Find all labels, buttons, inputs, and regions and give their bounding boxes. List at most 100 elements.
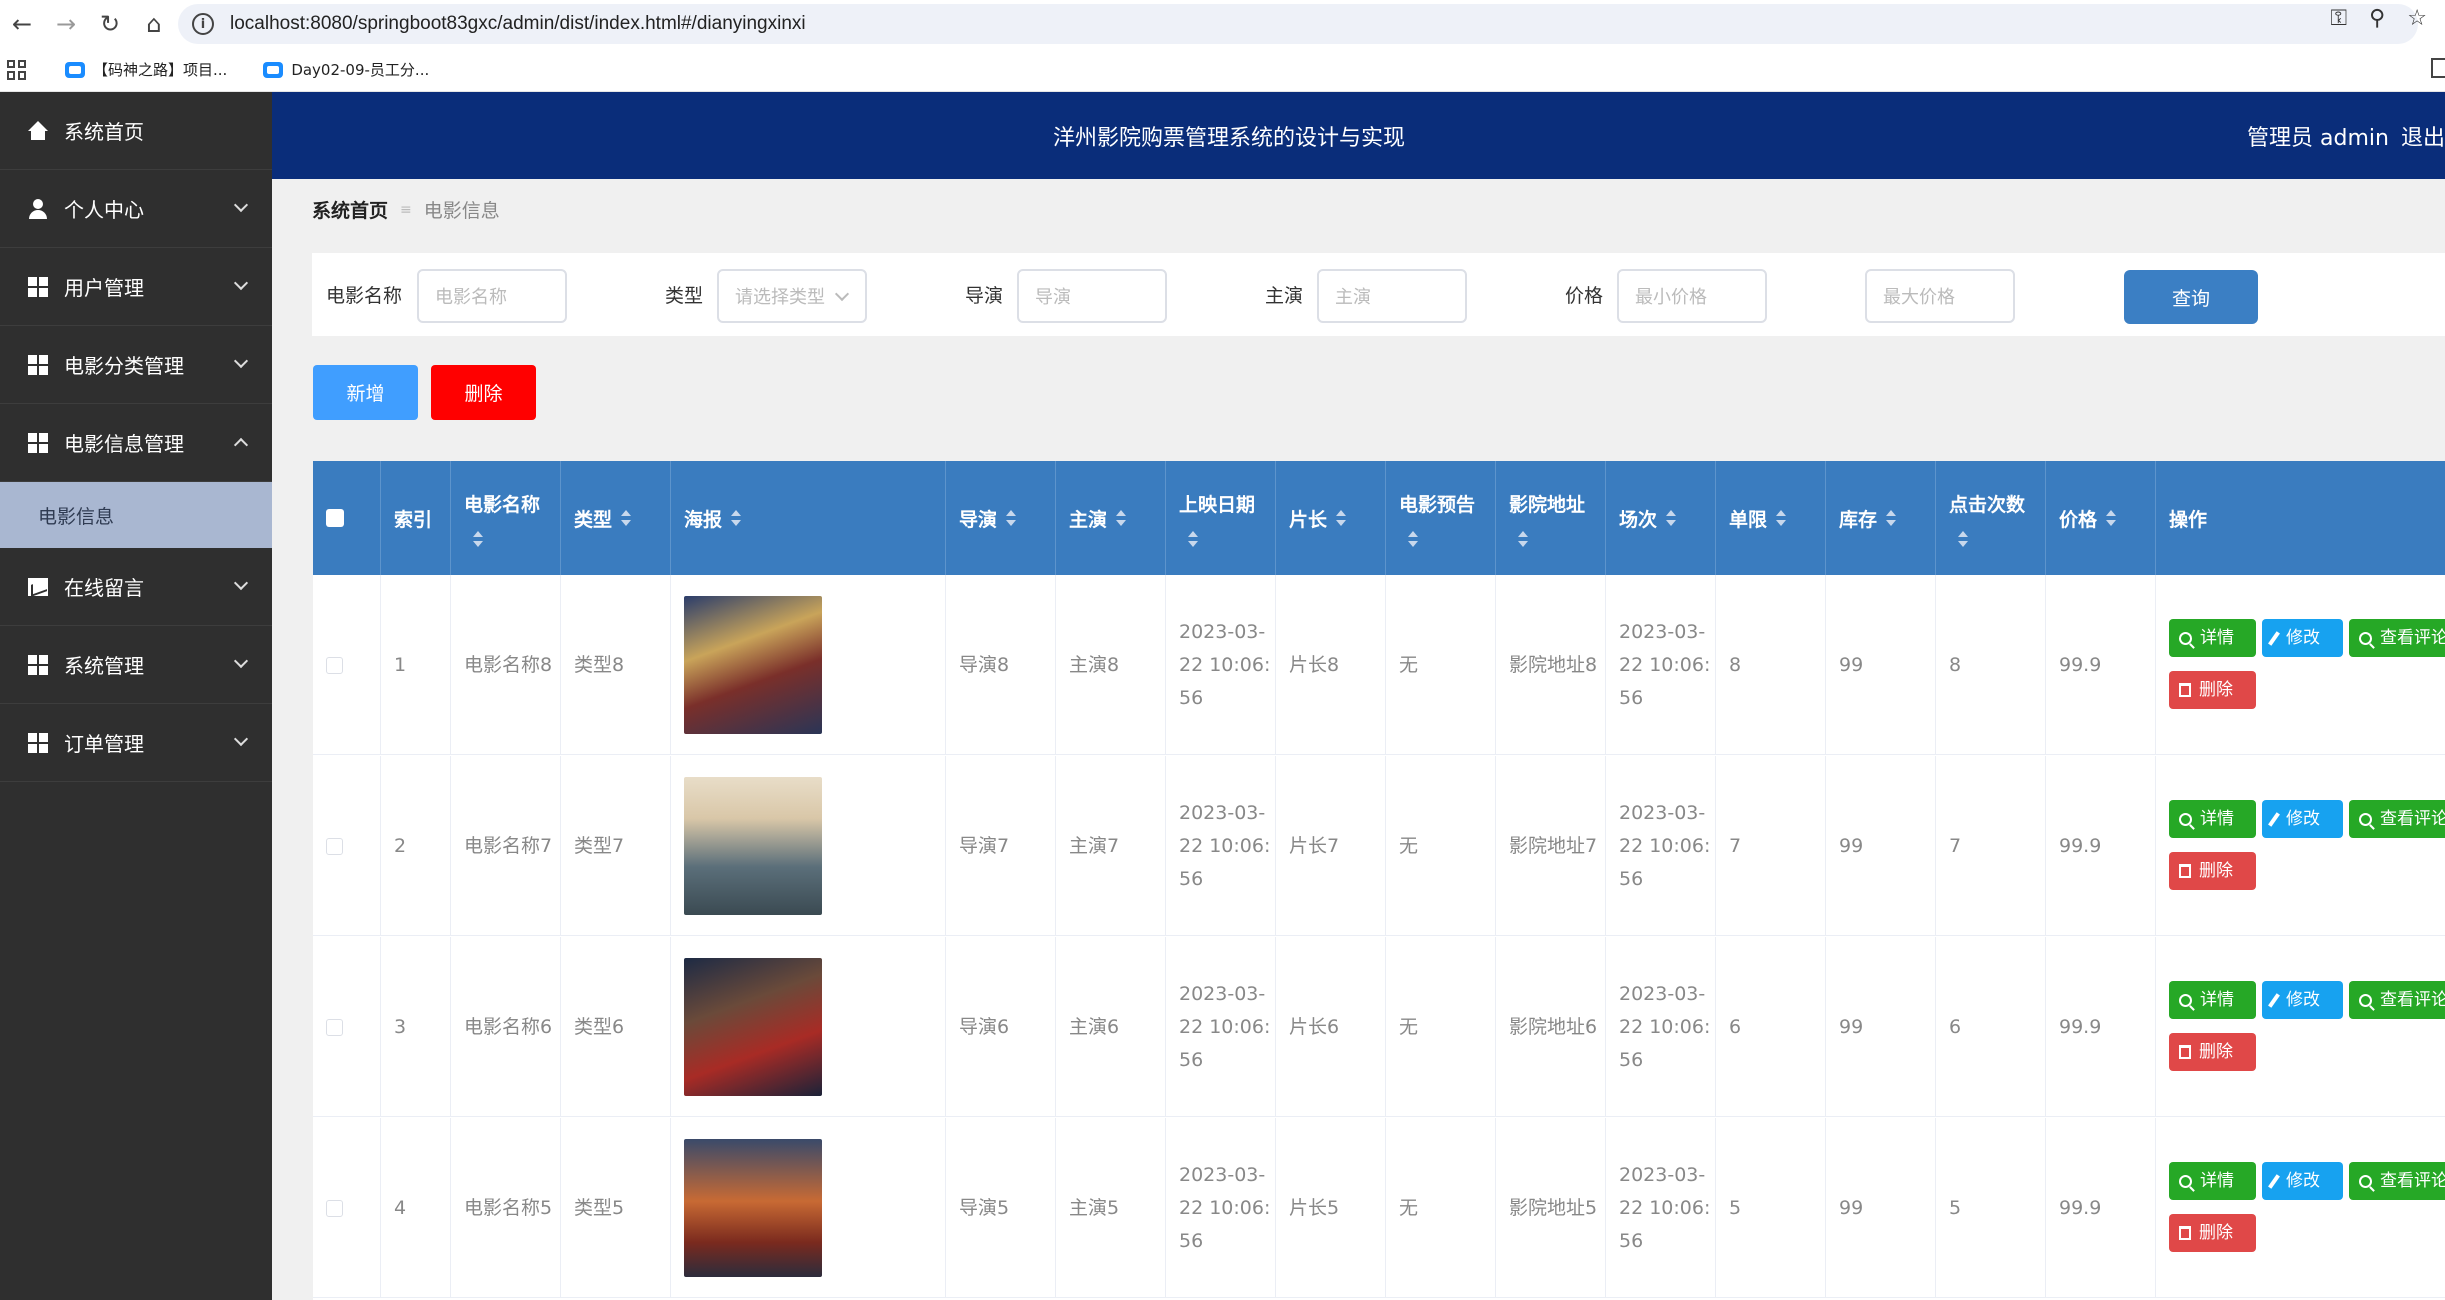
logout-link[interactable]: 退出 [2401,126,2445,151]
site-info-icon[interactable]: i [192,13,214,35]
cell-type: 类型6 [561,937,671,1117]
sort-icon[interactable] [620,510,632,526]
view-comments-button[interactable]: 查看评论 [2349,619,2445,657]
type-select[interactable]: 请选择类型 [717,269,867,323]
ops-cell: 详情 修改 查看评论删除 [2156,1118,2445,1298]
view-comments-button[interactable]: 查看评论 [2349,800,2445,838]
query-button[interactable]: 查询 [2124,270,2258,324]
row-checkbox[interactable] [326,1199,343,1217]
sidebar-item-system[interactable]: 系统管理 [0,626,272,704]
back-arrow-icon[interactable]: ← [0,2,44,46]
name-placeholder: 电影名称 [435,287,507,308]
cell-session: 2023-03-22 10:06:56 [1606,1118,1716,1298]
bookmark-item[interactable]: Day02-09-员工分... [263,59,429,80]
cell-name: 电影名称5 [451,1118,561,1298]
actor-input[interactable]: 主演 [1317,269,1467,323]
bookmark-item[interactable]: 【码神之路】项目... [65,59,227,80]
sidebar-item-movie-category[interactable]: 电影分类管理 [0,326,272,404]
header-session[interactable]: 场次 [1606,461,1716,575]
batch-delete-button[interactable]: 删除 [431,365,536,420]
max-price-input[interactable]: 最大价格 [1865,269,2015,323]
header-price[interactable]: 价格 [2046,461,2156,575]
cell-text: 主演7 [1069,834,1120,857]
user-icon [28,198,48,219]
cell-address: 影院地址7 [1496,756,1606,936]
header-name[interactable]: 电影名称 [451,461,561,575]
sidebar-item-orders[interactable]: 订单管理 [0,704,272,782]
url-text[interactable]: localhost:8080/springboot83gxc/admin/dis… [230,13,806,35]
detail-button[interactable]: 详情 [2169,1162,2256,1200]
bookmark-star-icon[interactable]: ☆ [2407,6,2427,31]
sort-icon[interactable] [1335,510,1347,526]
sort-icon[interactable] [472,530,483,547]
header-director[interactable]: 导演 [946,461,1056,575]
view-comments-button[interactable]: 查看评论 [2349,1162,2445,1200]
edit-button[interactable]: 修改 [2262,981,2343,1019]
address-bar[interactable]: i localhost:8080/springboot83gxc/admin/d… [178,4,2418,44]
add-button[interactable]: 新增 [313,365,418,420]
edit-button[interactable]: 修改 [2262,1162,2343,1200]
sort-icon[interactable] [1005,510,1017,526]
sort-icon[interactable] [2105,510,2117,526]
header-limit[interactable]: 单限 [1716,461,1826,575]
detail-button[interactable]: 详情 [2169,619,2256,657]
detail-button[interactable]: 详情 [2169,981,2256,1019]
header-clicks[interactable]: 点击次数 [1936,461,2046,575]
zoom-icon[interactable]: ⚲ [2369,6,2385,31]
poster-image[interactable] [684,777,822,915]
sidebar-item-users[interactable]: 用户管理 [0,248,272,326]
header-actor[interactable]: 主演 [1056,461,1166,575]
sort-icon[interactable] [1885,510,1897,526]
header-poster[interactable]: 海报 [671,461,946,575]
header-type[interactable]: 类型 [561,461,671,575]
forward-arrow-icon[interactable]: → [44,2,88,46]
sort-icon[interactable] [1957,530,1968,547]
home-browser-icon[interactable]: ⌂ [132,2,176,46]
header-length[interactable]: 片长 [1276,461,1386,575]
reload-icon[interactable]: ↻ [88,2,132,46]
poster-image[interactable] [684,958,822,1096]
row-checkbox[interactable] [326,837,343,855]
header-release-date[interactable]: 上映日期 [1166,461,1276,575]
row-checkbox[interactable] [326,1018,343,1036]
folder-icon[interactable] [2431,58,2445,78]
breadcrumb-home[interactable]: 系统首页 [312,196,388,223]
delete-row-button[interactable]: 删除 [2169,852,2256,890]
sidebar-item-home[interactable]: 系统首页 [0,92,272,170]
sort-icon[interactable] [1407,530,1418,547]
poster-image[interactable] [684,596,822,734]
delete-row-button[interactable]: 删除 [2169,671,2256,709]
director-input[interactable]: 导演 [1017,269,1167,323]
min-price-input[interactable]: 最小价格 [1617,269,1767,323]
grid-icon [28,354,48,375]
action-label: 修改 [2286,808,2320,829]
sidebar-item-movie-info[interactable]: 电影信息管理 [0,404,272,482]
sort-icon[interactable] [1517,530,1528,547]
header-label: 影院地址 [1509,493,1586,516]
sort-icon[interactable] [1665,510,1677,526]
sort-icon[interactable] [1187,530,1198,547]
sidebar-subitem-movie-info[interactable]: 电影信息 [0,482,272,548]
sort-icon[interactable] [1775,510,1787,526]
password-key-icon[interactable]: ⚿ [2330,6,2347,31]
delete-row-button[interactable]: 删除 [2169,1033,2256,1071]
detail-button[interactable]: 详情 [2169,800,2256,838]
row-checkbox[interactable] [326,656,343,674]
sidebar-item-profile[interactable]: 个人中心 [0,170,272,248]
edit-button[interactable]: 修改 [2262,800,2343,838]
sidebar-item-messages[interactable]: 在线留言 [0,548,272,626]
poster-image[interactable] [684,1139,822,1277]
header-trailer[interactable]: 电影预告 [1386,461,1496,575]
header-stock[interactable]: 库存 [1826,461,1936,575]
header-address[interactable]: 影院地址 [1496,461,1606,575]
name-input[interactable]: 电影名称 [417,269,567,323]
poster-cell [671,756,946,936]
select-all-checkbox[interactable] [326,509,344,527]
sort-icon[interactable] [730,510,742,526]
view-comments-button[interactable]: 查看评论 [2349,981,2445,1019]
apps-grid-icon[interactable] [7,59,27,80]
cell-date: 2023-03-22 10:06:56 [1166,937,1276,1117]
sort-icon[interactable] [1115,510,1127,526]
edit-button[interactable]: 修改 [2262,619,2343,657]
delete-row-button[interactable]: 删除 [2169,1214,2256,1252]
